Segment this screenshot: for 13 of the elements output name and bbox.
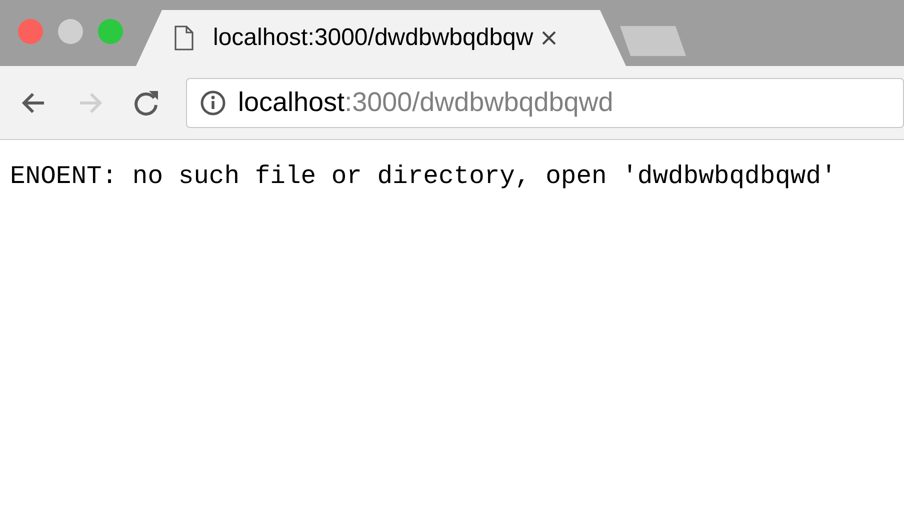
close-button[interactable] xyxy=(18,19,43,44)
minimize-button[interactable] xyxy=(58,19,83,44)
info-icon xyxy=(200,90,226,116)
browser-tab[interactable]: localhost:3000/dwdbwbqdbqw xyxy=(136,10,626,66)
url-path: :3000/dwdbwbqdbqwd xyxy=(344,86,614,120)
close-icon[interactable] xyxy=(541,30,558,46)
zoom-button[interactable] xyxy=(98,19,123,44)
document-icon xyxy=(174,25,194,51)
new-tab-button[interactable] xyxy=(620,26,686,56)
url-host: localhost xyxy=(238,86,345,120)
tab-title: localhost:3000/dwdbwbqdbqw xyxy=(213,23,534,53)
address-field[interactable]: localhost:3000/dwdbwbqdbqwd xyxy=(186,78,904,128)
error-message: ENOENT: no such file or directory, open 'dwdbwbqdbqwd' xyxy=(10,161,838,193)
